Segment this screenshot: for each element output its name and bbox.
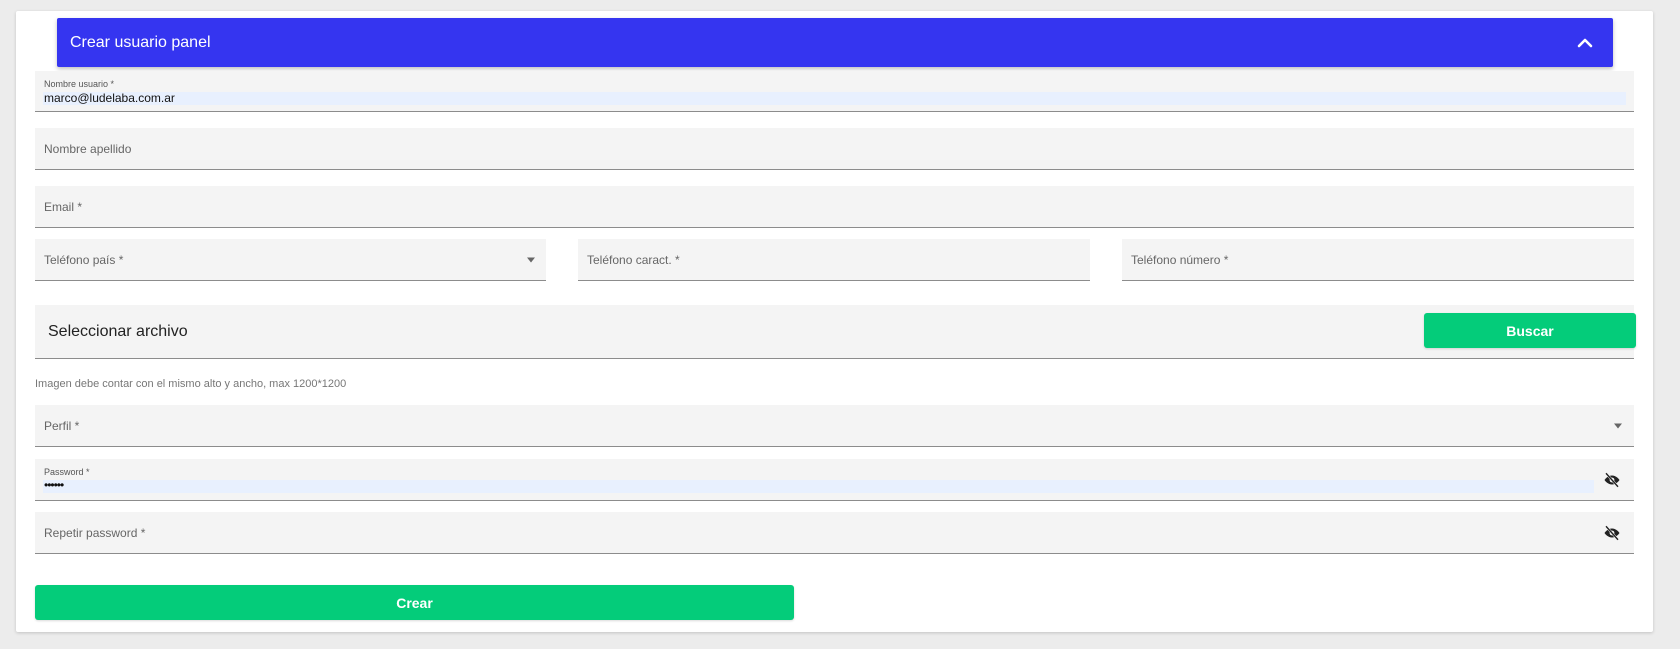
file-select-row: Seleccionar archivo Buscar: [35, 305, 1636, 359]
email-field[interactable]: Email *: [35, 186, 1634, 228]
profile-label: Perfil *: [44, 418, 80, 433]
phone-country-label: Teléfono país *: [44, 252, 124, 267]
eye-off-icon[interactable]: [1603, 524, 1621, 542]
full-name-label: Nombre apellido: [44, 141, 132, 156]
caret-down-icon: [1614, 423, 1622, 428]
profile-select[interactable]: Perfil *: [35, 405, 1634, 447]
browse-button[interactable]: Buscar: [1424, 313, 1636, 348]
panel-title: Crear usuario panel: [70, 33, 211, 51]
username-field[interactable]: Nombre usuario * marco@ludelaba.com.ar: [35, 71, 1634, 112]
phone-country-select[interactable]: Teléfono país *: [35, 239, 546, 281]
phone-number-label: Teléfono número *: [1131, 252, 1229, 267]
phone-area-field[interactable]: Teléfono caract. *: [578, 239, 1090, 281]
phone-number-field[interactable]: Teléfono número *: [1122, 239, 1634, 281]
repeat-password-field[interactable]: Repetir password *: [35, 512, 1634, 554]
create-button[interactable]: Crear: [35, 585, 794, 620]
file-select-title: Seleccionar archivo: [48, 322, 188, 340]
username-label: Nombre usuario *: [44, 79, 115, 89]
username-value: marco@ludelaba.com.ar: [44, 91, 175, 105]
phone-area-label: Teléfono caract. *: [587, 252, 680, 267]
chevron-up-icon[interactable]: [1575, 33, 1595, 53]
eye-off-icon[interactable]: [1603, 471, 1621, 489]
create-user-card: Crear usuario panel Nombre usuario * mar…: [16, 11, 1653, 632]
caret-down-icon: [527, 257, 535, 262]
password-field[interactable]: Password * ••••••: [35, 459, 1634, 501]
email-label: Email *: [44, 199, 83, 214]
image-hint-text: Imagen debe contar con el mismo alto y a…: [35, 378, 347, 390]
full-name-field[interactable]: Nombre apellido: [35, 128, 1634, 170]
password-value: ••••••: [44, 478, 64, 492]
repeat-password-label: Repetir password *: [44, 525, 146, 540]
panel-header[interactable]: Crear usuario panel: [57, 18, 1613, 67]
password-label: Password *: [44, 467, 90, 477]
